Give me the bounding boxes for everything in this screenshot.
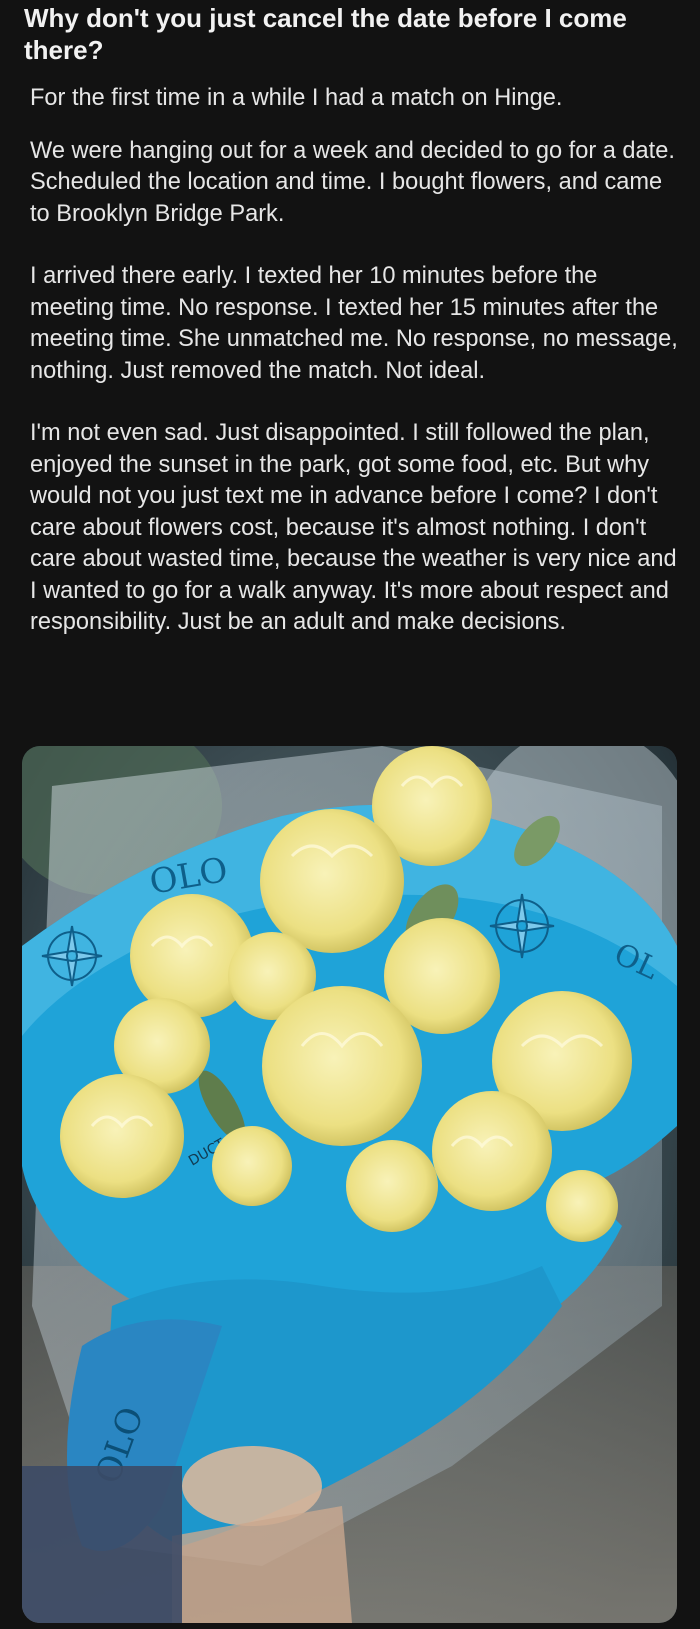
post-title: Why don't you just cancel the date befor… xyxy=(24,3,627,65)
post-paragraph-3: I arrived there early. I texted her 10 m… xyxy=(30,263,678,384)
post-paragraph-4: I'm not even sad. Just disappointed. I s… xyxy=(30,420,677,635)
post-photo[interactable]: OLO OL OLO DUCT OF xyxy=(22,746,677,1623)
flower-bouquet-image: OLO OL OLO DUCT OF xyxy=(22,746,677,1623)
post-paragraph-1: For the first time in a while I had a ma… xyxy=(30,85,563,111)
post-container: Why don't you just cancel the date befor… xyxy=(0,0,700,1629)
post-paragraph-2: We were hanging out for a week and decid… xyxy=(30,137,675,227)
post-body: For the first time in a while I had a ma… xyxy=(30,83,678,670)
